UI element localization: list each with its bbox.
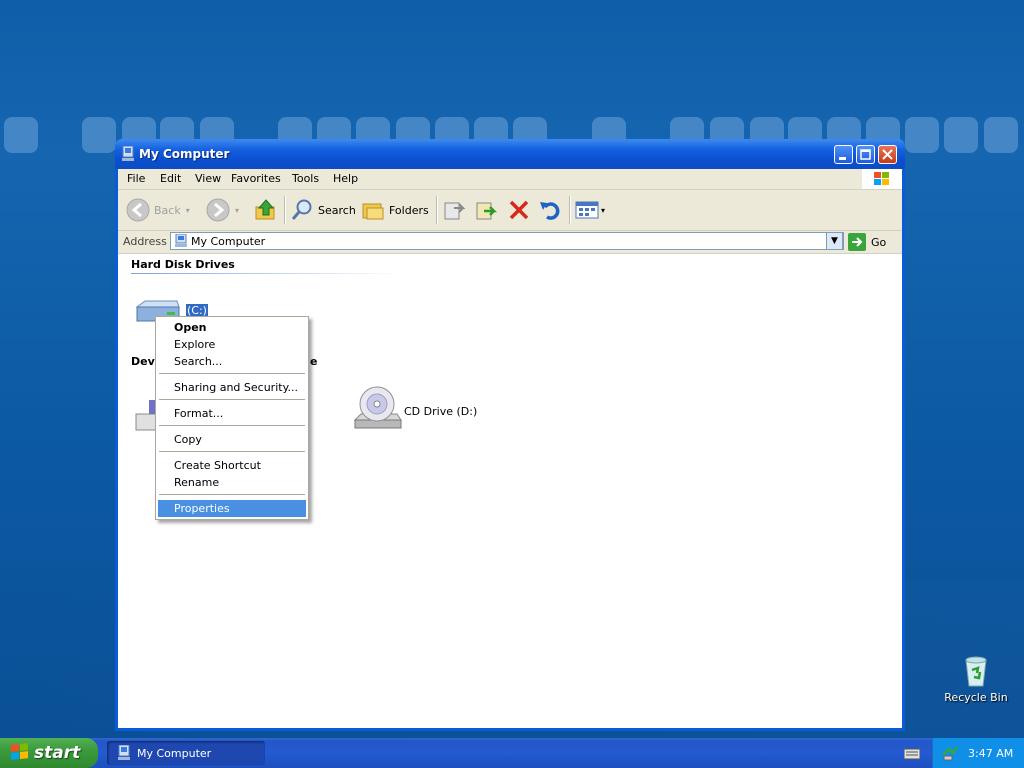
section-divider <box>131 273 401 274</box>
system-clock[interactable]: 3:47 AM <box>968 747 1013 760</box>
taskbar-button-label: My Computer <box>137 746 212 760</box>
address-value: My Computer <box>191 235 266 248</box>
windows-flag-icon <box>874 172 889 185</box>
minimize-button[interactable] <box>834 145 853 164</box>
menu-tools[interactable]: Tools <box>292 172 319 185</box>
menu-file[interactable]: File <box>127 172 145 185</box>
context-menu-create-shortcut[interactable]: Create Shortcut <box>158 457 306 474</box>
menu-edit[interactable]: Edit <box>160 172 181 185</box>
context-menu-properties[interactable]: Properties <box>158 500 306 517</box>
menu-view[interactable]: View <box>195 172 221 185</box>
taskbar: start My Computer 3:47 AM <box>0 738 1024 768</box>
window-title: My Computer <box>139 147 230 161</box>
address-label: Address <box>123 235 167 248</box>
maximize-icon <box>860 149 871 160</box>
section-hard-disk-drives: Hard Disk Drives <box>131 258 235 271</box>
close-button[interactable] <box>878 145 897 164</box>
wallpaper-tile <box>984 117 1018 153</box>
copy-to-icon <box>476 202 498 220</box>
forward-button[interactable]: ▾ <box>206 198 239 222</box>
system-tray: 3:47 AM <box>932 738 1024 768</box>
folders-icon <box>362 203 384 220</box>
menu-help[interactable]: Help <box>333 172 358 185</box>
taskbar-button-my-computer[interactable]: My Computer <box>107 741 265 765</box>
search-button[interactable]: Search <box>290 198 356 222</box>
context-menu-format[interactable]: Format... <box>158 405 306 422</box>
start-button[interactable]: start <box>0 738 98 768</box>
go-arrow-icon <box>848 233 866 251</box>
undo-button[interactable] <box>538 198 562 222</box>
menu-bar: File Edit View Favorites Tools Help <box>118 169 902 190</box>
wallpaper-tile <box>905 117 939 153</box>
search-icon <box>291 199 312 220</box>
undo-icon <box>540 202 560 220</box>
wallpaper-tile <box>4 117 38 153</box>
cd-drive-icon <box>353 386 402 429</box>
title-bar[interactable]: My Computer <box>115 139 905 169</box>
back-arrow-icon <box>126 198 150 222</box>
windows-logo <box>862 169 902 189</box>
views-icon <box>575 201 599 219</box>
toolbar-separator <box>284 196 286 224</box>
my-computer-icon <box>175 234 187 247</box>
context-menu-separator <box>159 399 305 400</box>
section-removable-storage-tail: e <box>310 355 318 368</box>
start-label: start <box>34 743 81 763</box>
address-bar: Address My Computer ▼ Go <box>118 231 902 254</box>
cd-drive-d-item[interactable] <box>353 384 403 437</box>
context-menu-search[interactable]: Search... <box>158 353 306 370</box>
close-icon <box>882 149 893 160</box>
my-computer-icon <box>122 146 134 161</box>
safely-remove-hardware-icon[interactable] <box>941 745 959 761</box>
recycle-bin-desktop-icon[interactable]: Recycle Bin <box>944 656 1008 704</box>
chevron-down-icon: ▼ <box>831 236 838 246</box>
forward-arrow-icon <box>206 198 230 222</box>
context-menu-rename[interactable]: Rename <box>158 474 306 491</box>
toolbar-separator <box>436 196 438 224</box>
move-to-button[interactable] <box>442 198 466 222</box>
drive-context-menu: Open Explore Search... Sharing and Secur… <box>155 316 309 520</box>
views-dropdown-icon: ▾ <box>601 205 606 215</box>
context-menu-separator <box>159 373 305 374</box>
wallpaper-tile <box>944 117 978 153</box>
back-button[interactable]: Back ▾ <box>126 198 190 222</box>
context-menu-separator <box>159 494 305 495</box>
context-menu-explore[interactable]: Explore <box>158 336 306 353</box>
toolbar-separator <box>569 196 571 224</box>
views-button[interactable]: ▾ <box>575 198 605 222</box>
delete-button[interactable] <box>507 198 531 222</box>
wallpaper-tile <box>82 117 116 153</box>
address-dropdown-button[interactable]: ▼ <box>826 232 843 250</box>
up-button[interactable] <box>254 198 278 222</box>
keyboard-icon[interactable] <box>904 746 920 760</box>
go-label: Go <box>871 235 887 249</box>
cd-drive-d-label[interactable]: CD Drive (D:) <box>404 405 477 418</box>
maximize-button[interactable] <box>856 145 875 164</box>
delete-x-icon <box>509 200 529 220</box>
back-dropdown-icon: ▾ <box>185 205 190 215</box>
context-menu-sharing-security[interactable]: Sharing and Security... <box>158 379 306 396</box>
my-computer-icon <box>118 745 130 760</box>
go-button[interactable]: Go <box>848 232 886 252</box>
menu-favorites[interactable]: Favorites <box>231 172 281 185</box>
windows-flag-icon <box>11 743 28 760</box>
minimize-icon <box>839 157 846 160</box>
context-menu-separator <box>159 425 305 426</box>
search-label: Search <box>318 203 356 217</box>
back-label: Back <box>154 203 181 217</box>
standard-toolbar: Back ▾ ▾ Search Folders ▾ <box>118 190 902 231</box>
folder-up-icon <box>255 199 275 220</box>
recycle-bin-icon <box>965 656 987 687</box>
context-menu-copy[interactable]: Copy <box>158 431 306 448</box>
folders-label: Folders <box>389 203 429 217</box>
move-to-icon <box>444 202 466 220</box>
folders-button[interactable]: Folders <box>361 198 429 222</box>
address-input[interactable]: My Computer ▼ <box>170 232 844 250</box>
copy-to-button[interactable] <box>474 198 498 222</box>
context-menu-open[interactable]: Open <box>158 319 306 336</box>
forward-dropdown-icon: ▾ <box>235 205 240 215</box>
recycle-bin-label: Recycle Bin <box>944 691 1008 704</box>
context-menu-separator <box>159 451 305 452</box>
